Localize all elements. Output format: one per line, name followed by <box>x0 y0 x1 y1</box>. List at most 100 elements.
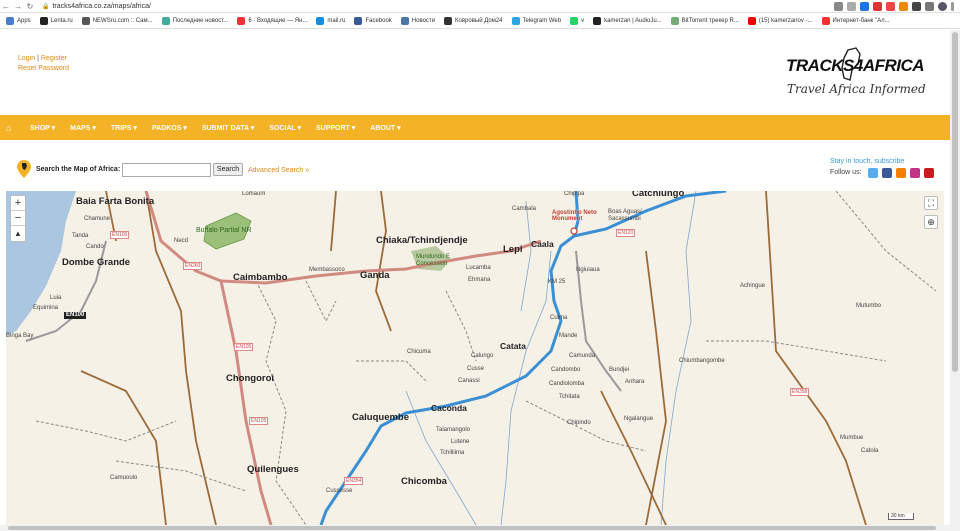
bookmark-item[interactable]: v <box>570 16 585 25</box>
map-label-lepi: Lepi <box>503 244 523 255</box>
bookmark-item[interactable]: Новости <box>400 16 435 25</box>
follow-label: Follow us: <box>830 169 862 176</box>
search-input[interactable] <box>122 163 211 177</box>
bookmark-label: Lenta.ru <box>50 17 73 24</box>
bookmark-item[interactable]: Ковровый Дом24 <box>444 16 503 25</box>
reload-icon[interactable]: ↻ <box>24 2 36 11</box>
map-label-achingue: Achingue <box>740 283 766 289</box>
bookmark-label: NEWSru.com :: Сам... <box>92 17 153 24</box>
map-label-chongoroi: Chongoroi <box>226 373 275 384</box>
bookmark-favicon-icon <box>400 16 409 25</box>
map-label-chamune: Chamune <box>84 216 111 222</box>
zoom-in-button[interactable]: + <box>11 196 25 211</box>
nav-menu-item[interactable]: SHOP ▾ <box>30 124 55 132</box>
address-bar[interactable]: 🔒 tracks4africa.co.za/maps/africa/ <box>42 3 151 10</box>
map-label-km25: KM 25 <box>548 279 566 285</box>
instagram-icon[interactable] <box>910 168 920 178</box>
map-label-baia-farta: Baia Farta Bonita <box>76 196 155 207</box>
map-label-camuoulo: Camuoulo <box>110 475 138 481</box>
map-label-agostinho: Agostinho Neto Monument <box>552 210 597 222</box>
bookmark-item[interactable]: mail.ru <box>316 16 345 25</box>
logo-text: TRACKS4AFRICA <box>786 56 925 75</box>
bookmark-label: 6 · Входящие — Ян... <box>248 17 308 24</box>
africa-logo-icon <box>841 47 861 81</box>
bookmark-item[interactable]: Интернет-банк "Ал... <box>821 16 890 25</box>
map-label-caimbambo: Caimbambo <box>233 272 288 283</box>
bookmark-label: v <box>581 17 585 24</box>
map-label-cambala: Cambala <box>512 206 537 212</box>
bookmark-favicon-icon <box>747 16 756 25</box>
blogger-icon[interactable] <box>896 168 906 178</box>
star-icon[interactable] <box>860 2 869 11</box>
bookmark-label: (15) kamerzanov -... <box>758 17 813 24</box>
map-label-dombe: Dombe Grande <box>62 257 131 268</box>
search-icon[interactable] <box>847 2 856 11</box>
zoom-out-button[interactable]: − <box>11 211 25 226</box>
bookmark-item[interactable]: NEWSru.com :: Сам... <box>81 16 153 25</box>
nav-menu-item[interactable]: SUPPORT ▾ <box>316 124 355 132</box>
register-link[interactable]: Register <box>41 55 67 62</box>
map-label-tchilliima: Tchilliima <box>440 450 465 456</box>
bookmarks-bar: Apps Lenta.ru NEWSru.com :: Сам... Последни… <box>0 13 960 29</box>
bookmark-item[interactable]: Lenta.ru <box>39 16 73 25</box>
nav-menu-item[interactable]: PADKOS ▾ <box>152 124 187 132</box>
map-label-anhara: Anhara <box>625 379 645 385</box>
bookmark-label: Последние новост... <box>172 17 229 24</box>
bookmark-favicon-icon <box>6 16 14 25</box>
back-icon[interactable]: ← <box>0 2 12 11</box>
map-canvas[interactable]: Baia Farta Bonita Chamune Tanda Cando Do… <box>6 191 944 525</box>
scrollbar-thumb[interactable] <box>952 32 958 372</box>
avatar[interactable] <box>938 2 947 11</box>
youtube-icon[interactable] <box>924 168 934 178</box>
nav-menu-item[interactable]: MAPS ▾ <box>70 124 96 132</box>
extension-orange-icon[interactable] <box>899 2 908 11</box>
advanced-search-link[interactable]: Advanced Search » <box>248 167 309 174</box>
search-button[interactable]: Search <box>213 163 243 176</box>
bookmark-label: Telegram Web <box>522 17 562 24</box>
url-text: tracks4africa.co.za/maps/africa/ <box>52 2 151 10</box>
subscribe-link[interactable]: Stay in touch, subscribe <box>830 158 904 165</box>
bookmark-favicon-icon <box>821 16 830 25</box>
menu-icon[interactable] <box>951 2 954 11</box>
map-label-quilengues: Quilengues <box>247 464 299 475</box>
nav-menu-item[interactable]: SUBMIT DATA ▾ <box>202 124 254 132</box>
map-label-calungo: Calungo <box>471 353 494 359</box>
site-logo[interactable]: TRACKS4AFRICA Travel Africa Informed <box>786 44 936 114</box>
bookmark-item[interactable]: Telegram Web <box>511 16 562 25</box>
cast-icon[interactable] <box>834 2 843 11</box>
bookmark-favicon-icon <box>81 16 90 25</box>
forward-icon[interactable]: → <box>12 2 24 11</box>
scrollbar-thumb[interactable] <box>8 526 936 530</box>
bookmark-item[interactable]: Apps <box>6 16 31 25</box>
abp-icon[interactable] <box>873 2 882 11</box>
twitter-icon[interactable] <box>868 168 878 178</box>
bookmark-item[interactable]: 6 · Входящие — Ян... <box>237 16 308 25</box>
nav-menu-item[interactable]: ABOUT ▾ <box>370 124 400 132</box>
bookmark-item[interactable]: Последние новост... <box>161 16 229 25</box>
horizontal-scrollbar[interactable] <box>0 525 960 531</box>
bookmark-favicon-icon <box>570 16 579 25</box>
bookmark-label: BitTorrent трекер R... <box>681 17 739 24</box>
zoom-control: + − ▲ <box>10 195 26 242</box>
reset-password-link[interactable]: Reset Password <box>18 65 69 72</box>
map-label-chipindo: Chipindo <box>567 420 591 426</box>
extension-red-icon[interactable] <box>886 2 895 11</box>
nav-menu-item[interactable]: TRIPS ▾ <box>111 124 137 132</box>
north-arrow-icon[interactable]: ▲ <box>11 226 25 241</box>
facebook-icon[interactable] <box>882 168 892 178</box>
vertical-scrollbar[interactable] <box>950 30 960 527</box>
extension-dark-icon[interactable] <box>912 2 921 11</box>
logo-tagline: Travel Africa Informed <box>787 82 926 96</box>
fullscreen-icon[interactable]: ⛶ <box>924 196 938 210</box>
route-shield: EN105 <box>234 343 254 351</box>
bookmark-item[interactable]: Facebook <box>354 16 392 25</box>
home-icon[interactable]: ⌂ <box>6 123 16 133</box>
bookmark-item[interactable]: kamerzan | AudioJu... <box>593 16 662 25</box>
locate-icon[interactable]: ⊕ <box>924 215 938 229</box>
nav-menu-item[interactable]: SOCIAL ▾ <box>269 124 301 132</box>
login-link[interactable]: Login <box>18 55 35 62</box>
bookmark-item[interactable]: BitTorrent трекер R... <box>670 16 739 25</box>
puzzle-icon[interactable] <box>925 2 934 11</box>
bookmark-item[interactable]: (15) kamerzanov -... <box>747 16 813 25</box>
map-label-ehmana: Ehmana <box>468 277 491 283</box>
